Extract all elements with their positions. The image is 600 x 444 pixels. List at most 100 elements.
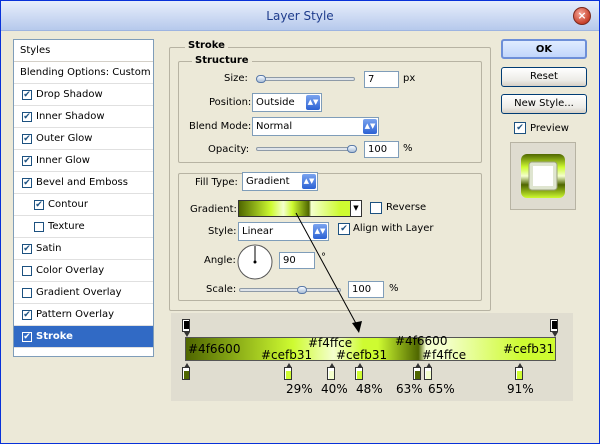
- opacity-stop-left[interactable]: [182, 319, 190, 337]
- color-stop-swatch: [286, 371, 291, 379]
- size-label: Size:: [224, 73, 248, 84]
- gradient-color-label: #f4ffce: [422, 348, 467, 362]
- fill-type-label: Fill Type:: [195, 177, 238, 188]
- stop-percentage-label: 65%: [428, 382, 455, 396]
- styles-item-label: Satin: [36, 243, 62, 254]
- opacity-slider-thumb[interactable]: [347, 145, 357, 153]
- preview-checkbox[interactable]: ✔: [514, 122, 526, 134]
- reverse-checkbox[interactable]: [370, 202, 382, 214]
- color-stop[interactable]: [424, 363, 432, 380]
- checkmark-icon: ✔: [23, 332, 31, 342]
- style-checkbox[interactable]: [22, 288, 32, 298]
- gradient-color-label: #cefb31: [261, 348, 313, 362]
- styles-item-label: Stroke: [36, 331, 73, 342]
- styles-item[interactable]: ✔ Satin: [14, 238, 153, 260]
- color-stop[interactable]: [327, 363, 335, 380]
- close-button[interactable]: ×: [573, 7, 591, 25]
- gradient-color-label: #4f6600: [188, 342, 241, 356]
- fill-type-value: Gradient: [246, 176, 290, 187]
- opacity-stop-fill: [552, 321, 557, 329]
- style-checkbox[interactable]: ✔: [22, 332, 32, 342]
- dropdown-arrow-icon: ▲▼: [363, 119, 377, 134]
- stop-percentage-label: 29%: [286, 382, 313, 396]
- stroke-section-title: Stroke: [185, 40, 228, 51]
- preview-label: Preview: [530, 123, 569, 134]
- new-style-button[interactable]: New Style...: [501, 94, 587, 114]
- styles-item[interactable]: Texture: [14, 216, 153, 238]
- styles-item[interactable]: ✔ Inner Glow: [14, 150, 153, 172]
- color-stop-swatch: [184, 371, 189, 379]
- styles-item-label: Texture: [48, 221, 85, 232]
- style-checkbox[interactable]: [22, 266, 32, 276]
- styles-item-label: Contour: [48, 199, 88, 210]
- color-stop[interactable]: [355, 363, 363, 380]
- color-stop[interactable]: [182, 363, 190, 380]
- styles-item[interactable]: Blending Options: Custom: [14, 62, 153, 84]
- styles-header[interactable]: Styles: [14, 40, 153, 62]
- styles-item-label: Bevel and Emboss: [36, 177, 128, 188]
- color-stop-swatch: [357, 371, 362, 379]
- style-checkbox[interactable]: ✔: [22, 156, 32, 166]
- blend-mode-label: Blend Mode:: [189, 121, 252, 132]
- opacity-slider-track[interactable]: [256, 147, 355, 151]
- structure-title: Structure: [192, 55, 252, 66]
- styles-item-label: Blending Options: Custom: [20, 67, 151, 78]
- color-stop[interactable]: [413, 363, 421, 380]
- style-checkbox[interactable]: ✔: [34, 200, 44, 210]
- styles-item[interactable]: Color Overlay: [14, 260, 153, 282]
- styles-item[interactable]: Gradient Overlay: [14, 282, 153, 304]
- blend-mode-value: Normal: [256, 121, 293, 132]
- angle-label: Angle:: [204, 255, 236, 266]
- opacity-input[interactable]: 100: [364, 141, 399, 158]
- opacity-stop-fill: [184, 321, 189, 329]
- checkmark-icon: ✔: [516, 123, 524, 133]
- styles-item-label: Outer Glow: [36, 133, 93, 144]
- style-checkbox[interactable]: ✔: [22, 134, 32, 144]
- color-stop-swatch: [517, 371, 522, 379]
- color-stop[interactable]: [515, 363, 523, 380]
- style-checkbox[interactable]: ✔: [22, 112, 32, 122]
- checkmark-icon: ✔: [23, 134, 31, 144]
- styles-item-label: Pattern Overlay: [36, 309, 115, 320]
- checkmark-icon: ✔: [23, 156, 31, 166]
- styles-item-label: Drop Shadow: [36, 89, 103, 100]
- dropdown-arrow-icon: ▲▼: [302, 174, 316, 189]
- style-value: Linear: [242, 226, 274, 237]
- layer-style-dialog: Layer Style × Styles Blending Options: C…: [0, 0, 600, 444]
- dropdown-arrow-icon: ▲▼: [306, 95, 320, 110]
- ok-button[interactable]: OK: [501, 39, 587, 59]
- color-stop[interactable]: [284, 363, 292, 380]
- position-value: Outside: [256, 97, 295, 108]
- styles-item[interactable]: ✔ Outer Glow: [14, 128, 153, 150]
- angle-dial[interactable]: [237, 244, 273, 280]
- checkmark-icon: ✔: [23, 112, 31, 122]
- styles-item[interactable]: ✔ Contour: [14, 194, 153, 216]
- styles-item[interactable]: ✔ Bevel and Emboss: [14, 172, 153, 194]
- styles-item[interactable]: ✔ Drop Shadow: [14, 84, 153, 106]
- styles-item[interactable]: ✔ Pattern Overlay: [14, 304, 153, 326]
- size-slider-thumb[interactable]: [256, 75, 266, 83]
- styles-item[interactable]: ✔ Stroke: [14, 326, 153, 348]
- styles-item[interactable]: ✔ Inner Shadow: [14, 106, 153, 128]
- position-select[interactable]: Outside ▲▼: [252, 93, 322, 112]
- style-checkbox[interactable]: ✔: [22, 244, 32, 254]
- size-input[interactable]: 7: [364, 71, 399, 88]
- gradient-color-label: #cefb31: [503, 342, 555, 356]
- window-title: Layer Style: [266, 9, 334, 23]
- style-checkbox[interactable]: ✔: [22, 310, 32, 320]
- gradient-color-label: #4f6600: [395, 334, 448, 348]
- size-slider-track[interactable]: [256, 77, 355, 81]
- opacity-stop-right[interactable]: [550, 319, 558, 337]
- style-preview: [510, 142, 576, 210]
- style-checkbox[interactable]: ✔: [22, 90, 32, 100]
- scale-unit: %: [389, 283, 399, 294]
- fill-type-select[interactable]: Gradient ▲▼: [242, 172, 318, 191]
- blend-mode-select[interactable]: Normal ▲▼: [252, 117, 379, 136]
- size-unit: px: [403, 73, 416, 84]
- style-checkbox[interactable]: ✔: [22, 178, 32, 188]
- reset-button[interactable]: Reset: [501, 67, 587, 87]
- styles-item-label: Color Overlay: [36, 265, 105, 276]
- style-checkbox[interactable]: [34, 222, 44, 232]
- gradient-color-label: #cefb31: [336, 348, 388, 362]
- position-label: Position:: [209, 97, 252, 108]
